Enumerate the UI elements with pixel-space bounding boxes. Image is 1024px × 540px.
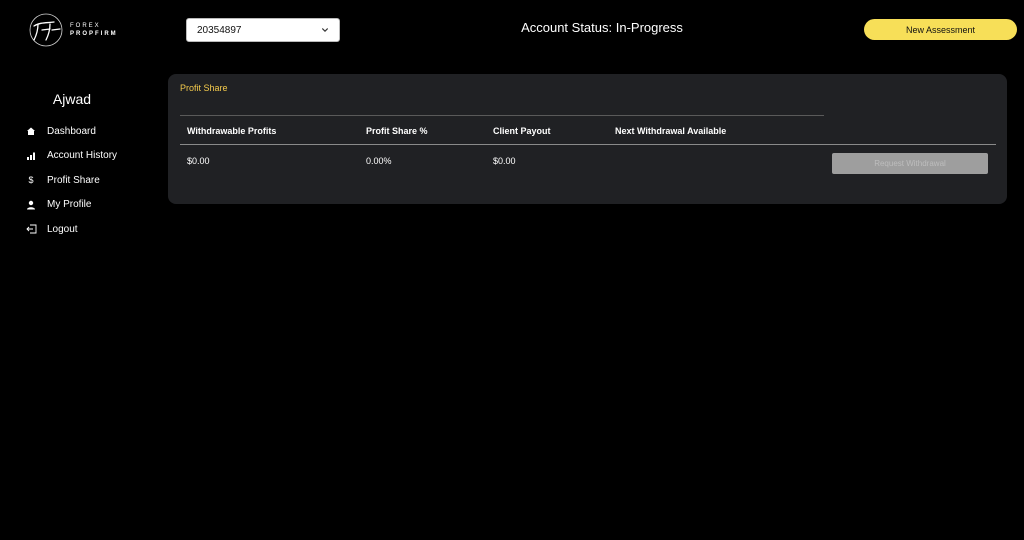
profit-share-card: Profit Share Withdrawable Profits Profit… xyxy=(168,74,1007,204)
account-status: Account Status: In-Progress xyxy=(521,20,683,35)
profit-share-percent-value: 0.00% xyxy=(366,156,392,166)
brand-logo[interactable]: FOREX PROPFIRM xyxy=(28,12,128,48)
sidebar-item-label: Dashboard xyxy=(47,125,96,137)
sidebar-item-label: My Profile xyxy=(47,199,92,211)
brand-line2: PROPFIRM xyxy=(70,31,118,37)
logout-icon xyxy=(24,222,38,236)
user-icon xyxy=(24,198,38,212)
column-header: Next Withdrawal Available xyxy=(615,126,727,136)
withdrawable-profits-value: $0.00 xyxy=(187,156,210,166)
account-select[interactable]: 20354897 xyxy=(186,18,340,42)
table-divider xyxy=(180,115,824,116)
brand-line1: FOREX xyxy=(70,23,101,29)
logo-mark-icon xyxy=(29,13,63,47)
request-withdrawal-button[interactable]: Request Withdrawal xyxy=(832,153,988,174)
bar-chart-icon xyxy=(24,149,38,163)
column-header: Client Payout xyxy=(493,126,551,136)
account-select-value: 20354897 xyxy=(197,24,242,36)
sidebar-item-profit-share[interactable]: $ Profit Share xyxy=(24,168,164,193)
sidebar-item-dashboard[interactable]: Dashboard xyxy=(24,119,164,144)
brand-wordmark: FOREX PROPFIRM xyxy=(70,23,118,37)
sidebar-item-logout[interactable]: Logout xyxy=(24,217,164,242)
sidebar-nav: Dashboard Account History $ Profit Share… xyxy=(24,119,164,242)
dollar-icon: $ xyxy=(28,175,34,186)
new-assessment-button[interactable]: New Assessment xyxy=(864,19,1017,40)
column-header: Withdrawable Profits xyxy=(187,126,277,136)
sidebar-item-my-profile[interactable]: My Profile xyxy=(24,193,164,218)
chevron-down-icon xyxy=(322,28,328,32)
sidebar-item-label: Logout xyxy=(47,223,78,235)
sidebar-item-label: Profit Share xyxy=(47,174,100,186)
page: FOREX PROPFIRM 20354897 Account Status: … xyxy=(0,0,1024,540)
card-title: Profit Share xyxy=(180,83,228,93)
table-header: Withdrawable Profits Profit Share % Clie… xyxy=(180,118,996,145)
column-header: Profit Share % xyxy=(366,126,428,136)
home-icon xyxy=(24,124,38,138)
user-name: Ajwad xyxy=(52,91,92,107)
client-payout-value: $0.00 xyxy=(493,156,516,166)
sidebar-item-label: Account History xyxy=(47,150,118,162)
sidebar-item-account-history[interactable]: Account History xyxy=(24,144,164,169)
